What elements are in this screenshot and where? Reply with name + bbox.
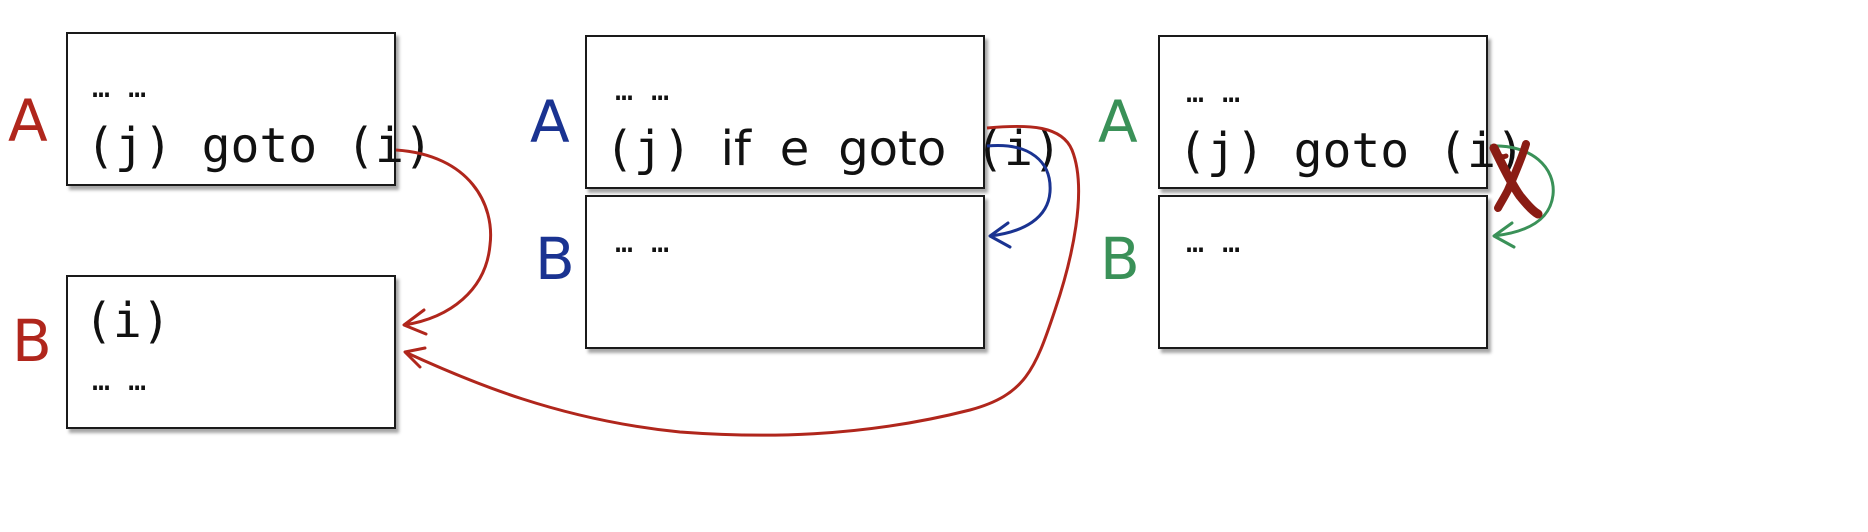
- panel2-jump-arrow: [404, 124, 1081, 437]
- panel1-goto-arrow: [395, 148, 493, 327]
- control-flow-arrows: [395, 124, 1555, 437]
- panel2-fallthrough-arrow: [986, 143, 1052, 238]
